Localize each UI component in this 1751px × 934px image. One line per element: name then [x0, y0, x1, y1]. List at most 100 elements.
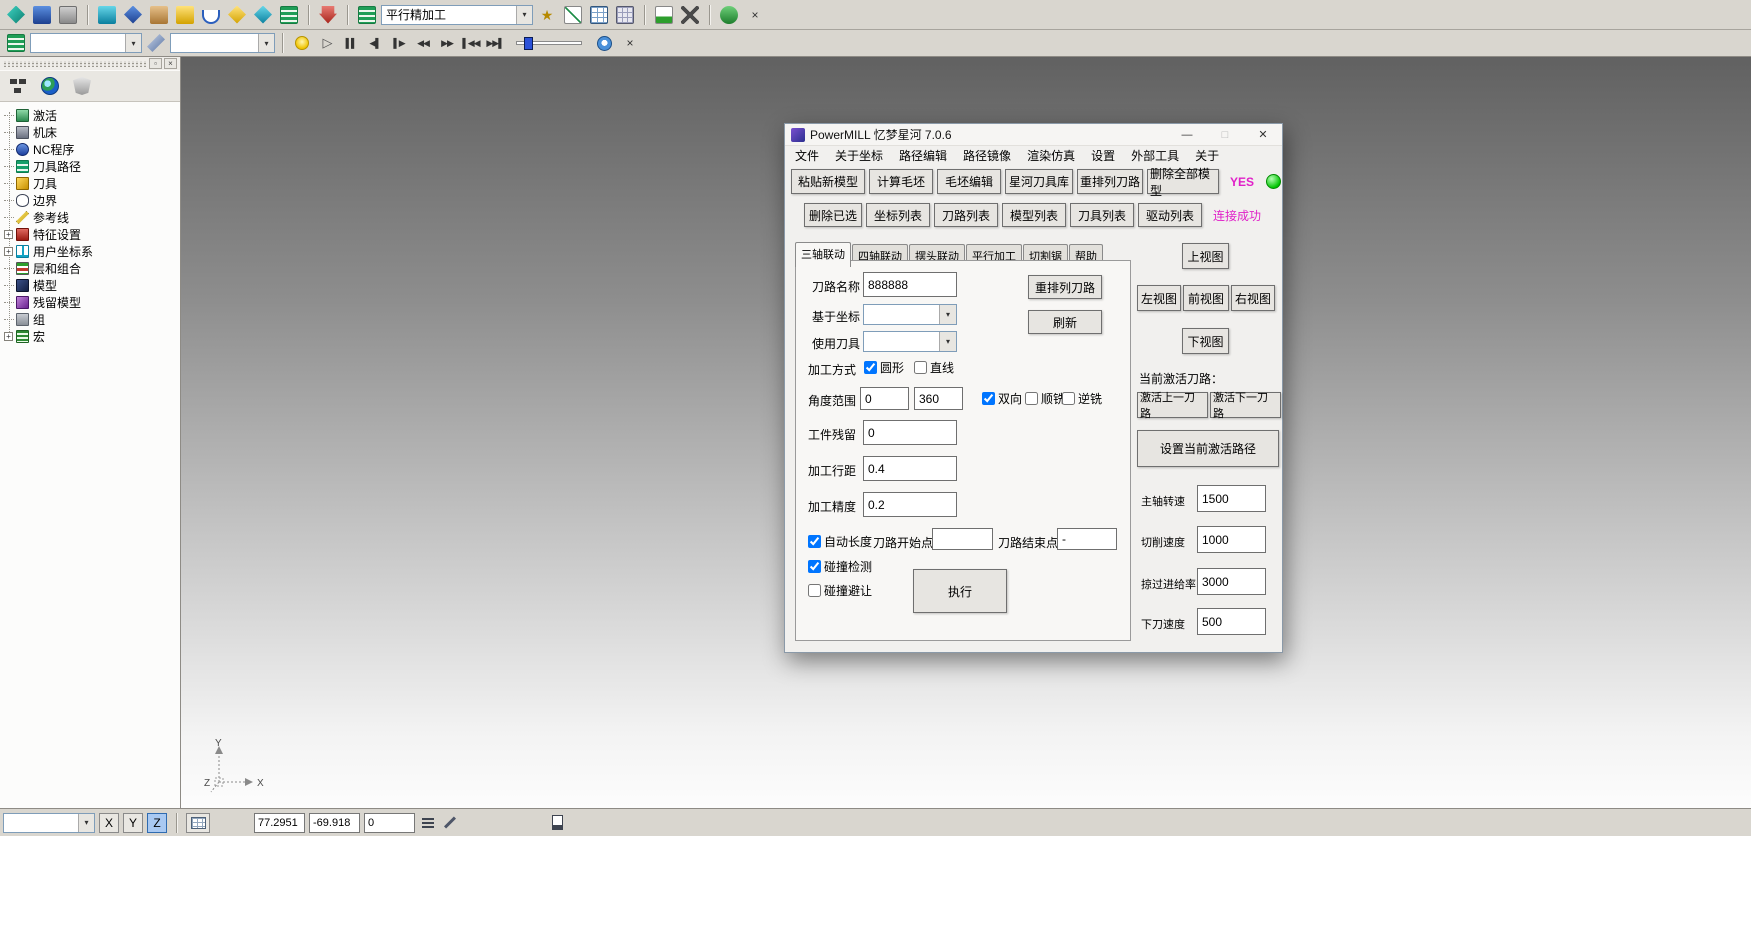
- start-point-input[interactable]: [932, 528, 993, 550]
- tree-item-nc-programs[interactable]: NC程序: [0, 141, 180, 158]
- tool-library-button[interactable]: 星河刀具库: [1005, 169, 1073, 194]
- chevron-down-icon[interactable]: ▾: [939, 305, 956, 324]
- measure-icon[interactable]: [147, 3, 171, 27]
- delete-selected-button[interactable]: 删除已选: [804, 203, 862, 227]
- shield-icon[interactable]: [69, 73, 95, 99]
- world-icon[interactable]: [37, 73, 63, 99]
- tree-item-activate[interactable]: 激活: [0, 107, 180, 124]
- dialog-titlebar[interactable]: PowerMILL 忆梦星河 7.0.6 — □ ✕: [785, 124, 1282, 146]
- menu-file[interactable]: 文件: [787, 146, 827, 165]
- levels-icon[interactable]: [4, 31, 28, 55]
- powermill-logo-icon[interactable]: [4, 3, 28, 27]
- plunge-speed-input[interactable]: [1197, 608, 1266, 635]
- tree-item-patterns[interactable]: 参考线: [0, 209, 180, 226]
- statusbar-combobox[interactable]: ▾: [3, 813, 95, 833]
- tree-item-toolpaths[interactable]: 刀具路径: [0, 158, 180, 175]
- close-button[interactable]: ✕: [1244, 124, 1282, 146]
- table-icon[interactable]: [587, 3, 611, 27]
- view-bottom-button[interactable]: 下视图: [1182, 328, 1229, 354]
- pen-icon[interactable]: [441, 812, 459, 834]
- collision-check-checkbox[interactable]: 碰撞检测: [808, 558, 872, 575]
- view-front-button[interactable]: 前视图: [1183, 285, 1229, 311]
- tree-item-models[interactable]: 模型: [0, 277, 180, 294]
- pause-icon[interactable]: ▌▌: [340, 32, 362, 54]
- list-icon[interactable]: [419, 812, 437, 834]
- angle-end-input[interactable]: [914, 387, 963, 410]
- tree-item-macros[interactable]: +宏: [0, 328, 180, 345]
- tree-item-levels-sets[interactable]: 层和组合: [0, 260, 180, 277]
- chevron-down-icon[interactable]: ▾: [125, 34, 141, 52]
- panel-float-button[interactable]: ▫: [149, 58, 162, 69]
- drag-handle-icon[interactable]: [3, 61, 147, 67]
- menu-coords[interactable]: 关于坐标: [827, 146, 891, 165]
- panel-grip[interactable]: ▫ ×: [0, 57, 180, 70]
- end-point-input[interactable]: [1057, 528, 1117, 550]
- chevron-down-icon[interactable]: ▾: [78, 814, 94, 832]
- play-icon[interactable]: ▷: [316, 32, 338, 54]
- drive-list-button[interactable]: 驱动列表: [1138, 203, 1202, 227]
- grid-icon[interactable]: [186, 813, 210, 833]
- ruler-icon[interactable]: [173, 3, 197, 27]
- tool-list-button[interactable]: 刀具列表: [1070, 203, 1134, 227]
- transform-icon[interactable]: [121, 3, 145, 27]
- tolerance-input[interactable]: [863, 492, 957, 517]
- chart-icon[interactable]: [652, 3, 676, 27]
- stock-input[interactable]: [863, 420, 957, 445]
- view-top-button[interactable]: 上视图: [1182, 243, 1229, 269]
- step-back-icon[interactable]: ◀▌: [364, 32, 386, 54]
- coordinate-z-input[interactable]: [364, 813, 415, 833]
- save-icon[interactable]: [30, 3, 54, 27]
- calc-block-button[interactable]: 计算毛坯: [869, 169, 933, 194]
- spindle-speed-input[interactable]: [1197, 485, 1266, 512]
- fast-forward-icon[interactable]: ▶▶: [436, 32, 458, 54]
- simulation-toolbar-close-icon[interactable]: ×: [618, 31, 642, 55]
- activate-next-toolpath-button[interactable]: 激活下一刀路: [1210, 392, 1281, 418]
- circle-checkbox[interactable]: 圆形: [864, 359, 904, 376]
- stepover-input[interactable]: [863, 456, 957, 481]
- calculator-icon[interactable]: [613, 3, 637, 27]
- conventional-mill-checkbox[interactable]: 逆铣: [1062, 390, 1102, 407]
- expander-icon[interactable]: +: [4, 230, 13, 239]
- wrench-icon[interactable]: [144, 31, 168, 55]
- refresh-button[interactable]: 刷新: [1028, 310, 1102, 334]
- tree-item-tools[interactable]: 刀具: [0, 175, 180, 192]
- tree-item-workplanes[interactable]: +用户坐标系: [0, 243, 180, 260]
- sim-toolpath-combobox[interactable]: ▾: [170, 33, 275, 53]
- view-right-button[interactable]: 右视图: [1231, 285, 1275, 311]
- coordinate-y-input[interactable]: [309, 813, 360, 833]
- activate-prev-toolpath-button[interactable]: 激活上一刀路: [1137, 392, 1208, 418]
- go-to-start-icon[interactable]: ▌◀◀: [460, 32, 482, 54]
- set-active-path-button[interactable]: 设置当前激活路径: [1137, 430, 1279, 467]
- execute-button[interactable]: 执行: [913, 569, 1007, 613]
- menu-render-sim[interactable]: 渲染仿真: [1019, 146, 1083, 165]
- use-tool-combobox[interactable]: ▾: [863, 331, 957, 352]
- model-list-button[interactable]: 模型列表: [1002, 203, 1066, 227]
- paste-new-model-button[interactable]: 粘贴新模型: [791, 169, 865, 194]
- coord-list-button[interactable]: 坐标列表: [866, 203, 930, 227]
- tree-item-boundaries[interactable]: 边界: [0, 192, 180, 209]
- expander-icon[interactable]: +: [4, 247, 13, 256]
- toolpath-list-button[interactable]: 刀路列表: [934, 203, 998, 227]
- auto-length-checkbox[interactable]: 自动长度: [808, 533, 872, 550]
- chevron-down-icon[interactable]: ▾: [258, 34, 274, 52]
- levels-icon[interactable]: [277, 3, 301, 27]
- expander-icon[interactable]: +: [4, 332, 13, 341]
- simulation-speed-slider[interactable]: [516, 41, 582, 45]
- strategy-icon[interactable]: [355, 3, 379, 27]
- rearrange-toolpaths-button-2[interactable]: 重排列刀路: [1028, 275, 1102, 299]
- menu-about[interactable]: 关于: [1187, 146, 1227, 165]
- axis-z-button[interactable]: Z: [147, 813, 167, 833]
- skim-feed-input[interactable]: [1197, 568, 1266, 595]
- rewind-icon[interactable]: ◀◀: [412, 32, 434, 54]
- tree-item-groups[interactable]: 组: [0, 311, 180, 328]
- climb-mill-checkbox[interactable]: 顺铣: [1025, 390, 1065, 407]
- menu-settings[interactable]: 设置: [1083, 146, 1123, 165]
- bidirectional-checkbox[interactable]: 双向: [982, 390, 1022, 407]
- menu-external-tools[interactable]: 外部工具: [1123, 146, 1187, 165]
- slider-handle-icon[interactable]: [524, 37, 533, 50]
- tree-item-stock-models[interactable]: 残留模型: [0, 294, 180, 311]
- tree-item-feature-sets[interactable]: +特征设置: [0, 226, 180, 243]
- menu-path-mirror[interactable]: 路径镜像: [955, 146, 1019, 165]
- structure-icon[interactable]: [5, 73, 31, 99]
- move-icon[interactable]: [251, 3, 275, 27]
